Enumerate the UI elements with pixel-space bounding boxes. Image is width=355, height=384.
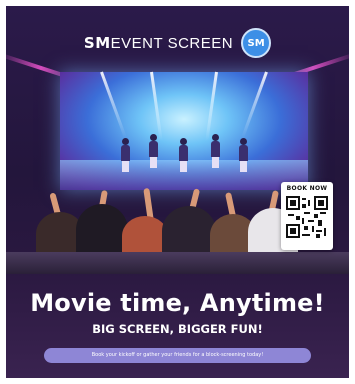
audience-member — [162, 206, 216, 256]
qr-code-icon — [286, 196, 328, 238]
booking-qr-card[interactable]: BOOK NOW — [281, 182, 333, 250]
stage-light-beam — [150, 71, 163, 142]
cta-banner[interactable]: Book your kickoff or gather your friends… — [44, 348, 311, 363]
audience-member — [76, 204, 128, 256]
theater-seats — [6, 252, 349, 274]
performer-figure — [148, 134, 158, 168]
event-poster: SMEVENT SCREEN SM BOOK NOW Movie time, A… — [6, 6, 349, 378]
performer-figure — [238, 138, 248, 172]
performer-figure — [120, 138, 130, 172]
sm-logo-icon: SM — [241, 28, 272, 58]
event-screen-image — [60, 71, 308, 190]
brand-wordmark: SMEVENT SCREEN — [84, 34, 233, 52]
stage-light-beam — [205, 71, 218, 142]
brand-strong-text: SM — [83, 34, 111, 52]
headline: Movie time, Anytime! — [30, 289, 325, 317]
brand-light-text: EVENT SCREEN — [110, 35, 234, 52]
poster-header: SMEVENT SCREEN SM — [6, 28, 349, 58]
performer-figure — [210, 134, 220, 168]
logo-badge-text: SM — [247, 37, 265, 49]
subheadline: BIG SCREEN, BIGGER FUN! — [92, 322, 263, 336]
book-now-label: BOOK NOW — [286, 185, 328, 192]
stage-light-beam — [241, 71, 268, 139]
stage-light-beam — [100, 71, 127, 139]
performer-figure — [178, 138, 188, 172]
